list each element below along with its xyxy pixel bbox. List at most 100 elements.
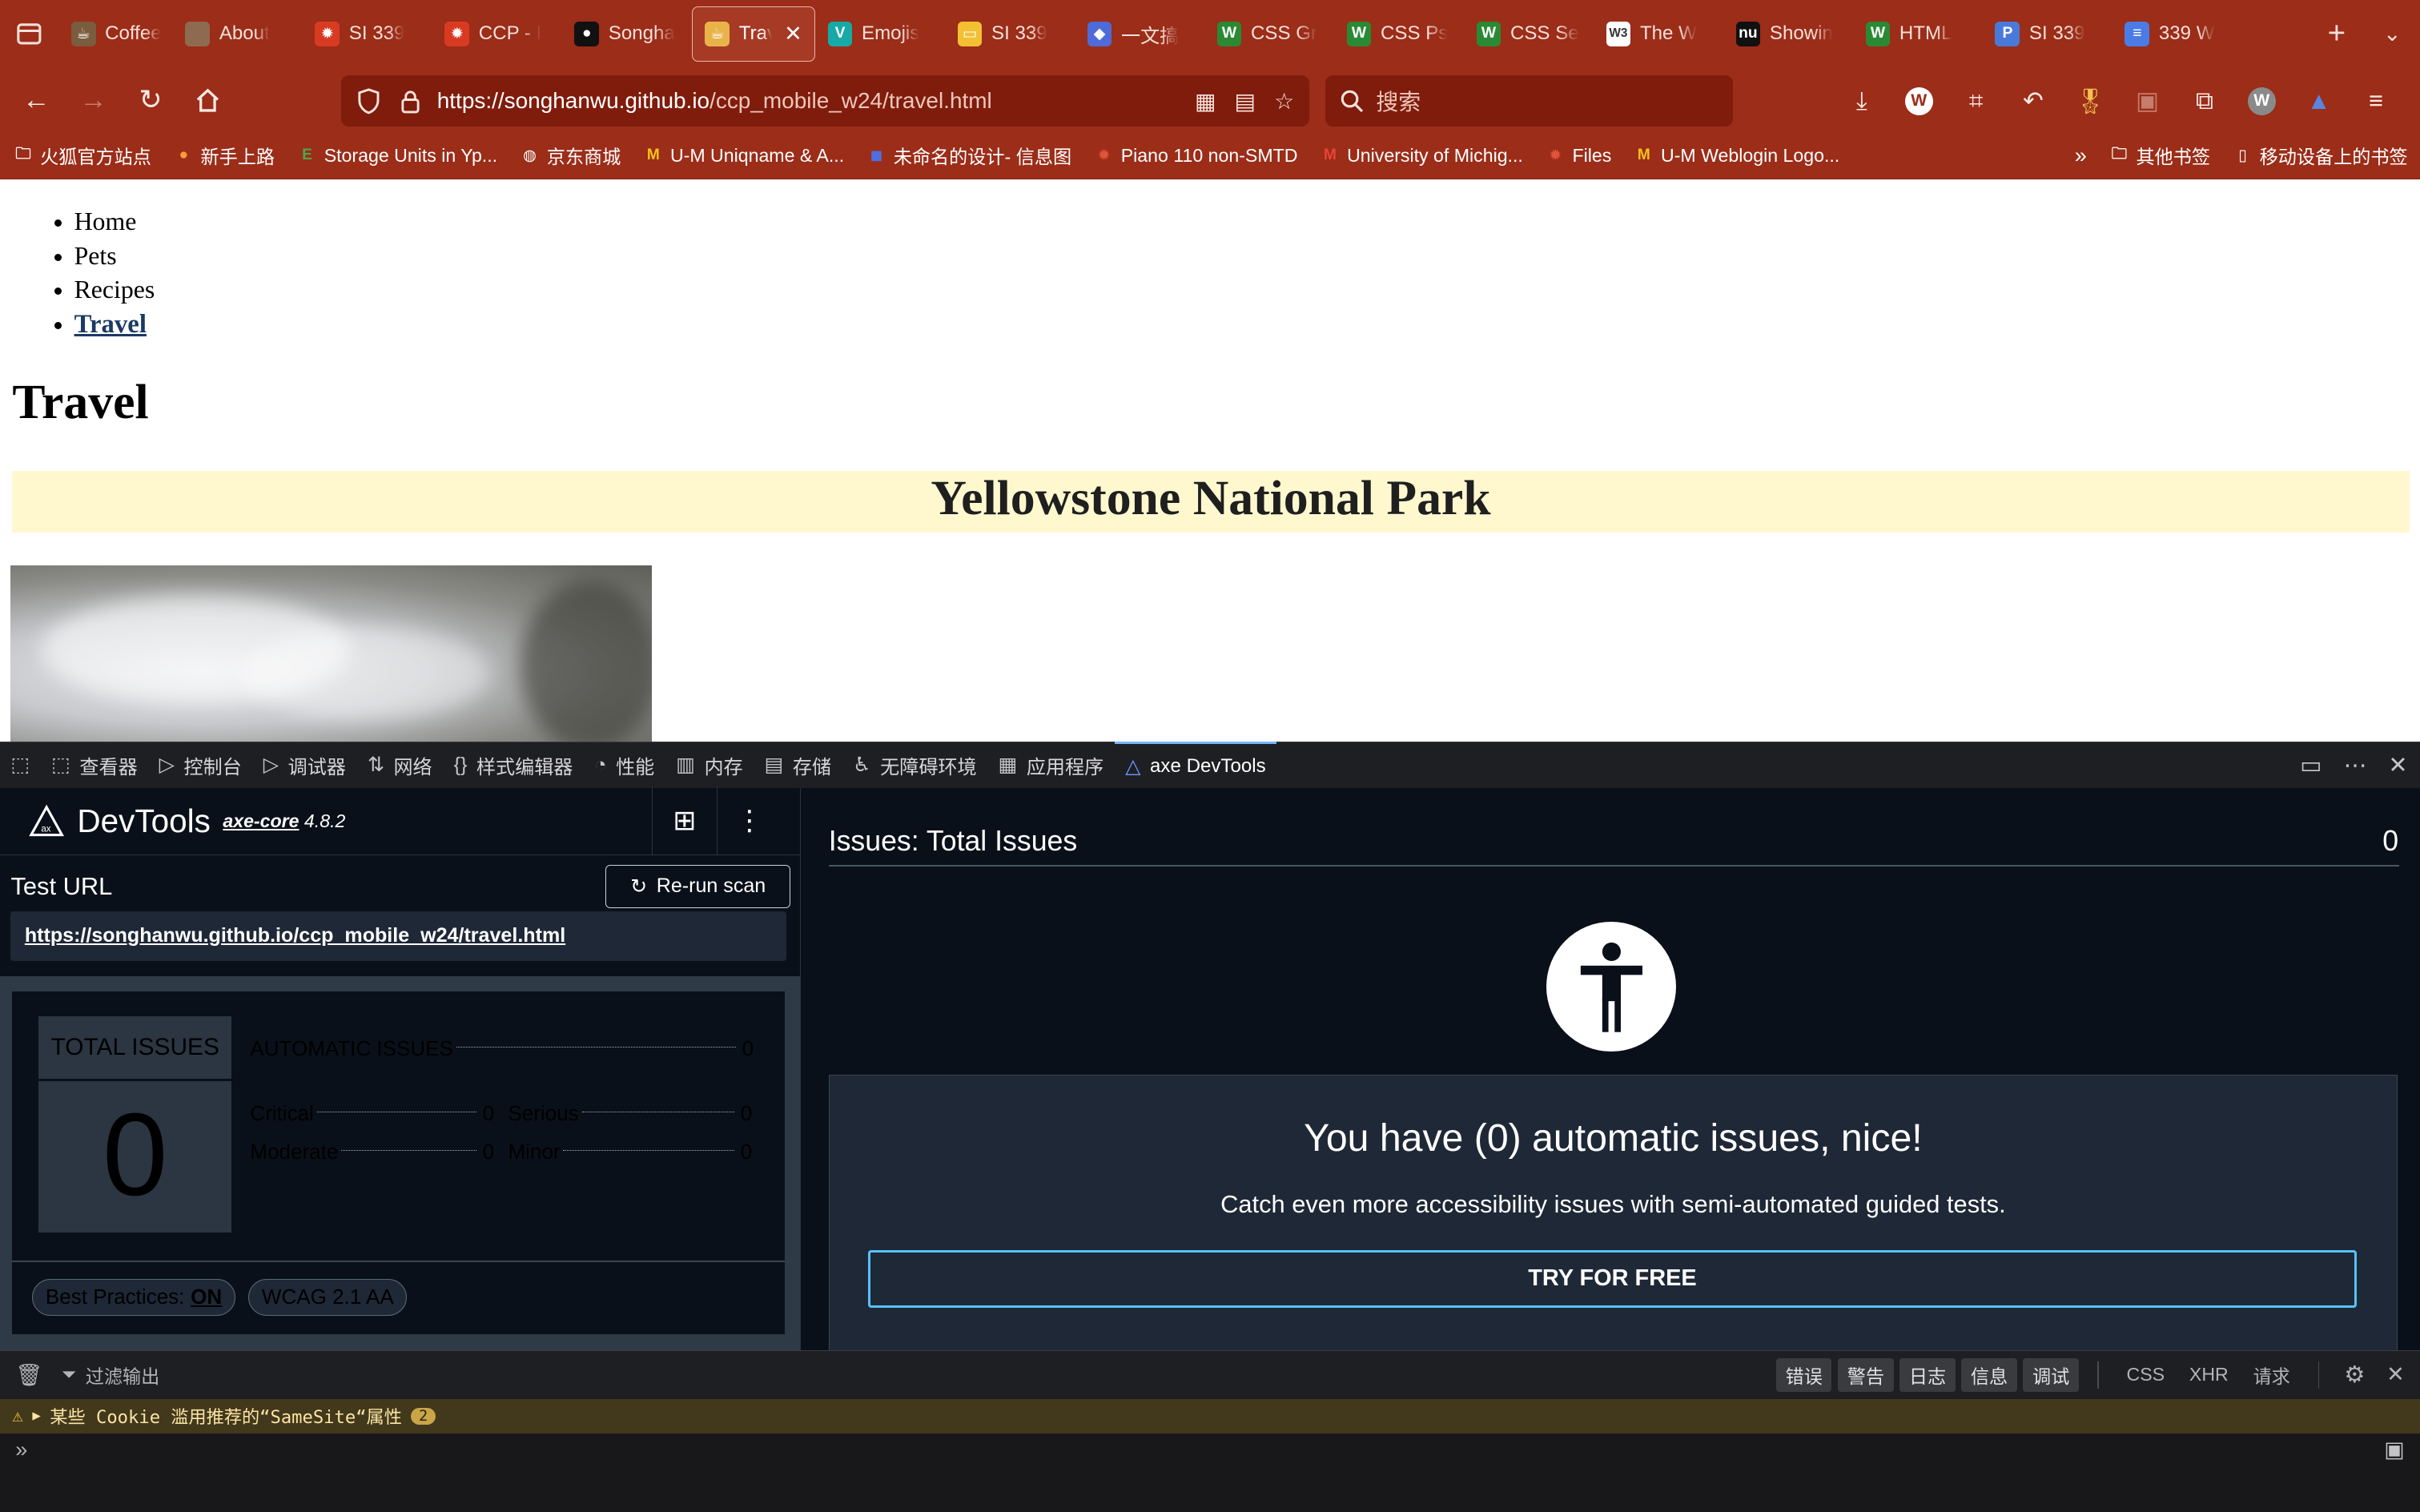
console-filter[interactable]: ⏷ 过滤输出	[62, 1361, 160, 1389]
mobile-bookmarks-folder[interactable]: ▯ 移动设备上的书签	[2232, 142, 2408, 169]
w-extension-button[interactable]: W	[2237, 78, 2285, 124]
gear-icon[interactable]: ⚙	[2338, 1361, 2371, 1389]
filter-errors-button[interactable]: 错误	[1776, 1358, 1832, 1392]
browser-tab[interactable]: About	[173, 6, 303, 62]
menu-button[interactable]: ≡	[2352, 78, 2400, 124]
best-practices-toggle[interactable]: Best Practices: ON	[32, 1278, 235, 1317]
address-bar[interactable]: https://songhanwu.github.io/ccp_mobile_w…	[341, 75, 1310, 127]
browser-tab[interactable]: W CSS Se	[1464, 6, 1594, 62]
devtools-tab[interactable]: {} 样式编辑器	[443, 742, 584, 788]
dock-side-icon[interactable]: ▭	[2300, 751, 2322, 779]
devtools-tab[interactable]: ◔ 性能	[584, 742, 665, 788]
devtools-tab[interactable]: ▷ 控制台	[148, 742, 252, 788]
console-warning[interactable]: ⚠ ▶ 某些 Cookie 滥用推荐的“SameSite“属性 2	[0, 1399, 2420, 1434]
extensions-button[interactable]: ⧉	[2181, 78, 2229, 124]
browser-tab[interactable]: P SI 339	[1983, 6, 2112, 62]
nav-item-home[interactable]: Home	[74, 205, 155, 239]
crop-button[interactable]: ⌗	[1952, 78, 2000, 124]
nav-link-travel[interactable]: Travel	[74, 310, 147, 339]
filter-logs-button[interactable]: 日志	[1899, 1358, 1956, 1392]
bookmark-item[interactable]: ◼ 未命名的设计- 信息图	[866, 142, 1071, 169]
star-icon[interactable]: ☆	[1274, 88, 1294, 115]
devtools-tab[interactable]: △ axe DevTools	[1114, 742, 1277, 788]
browser-tab[interactable]: ◆ 一文搞	[1075, 6, 1204, 62]
devtools-tab[interactable]: ⬚ 查看器	[41, 742, 149, 788]
bookmark-item[interactable]: ✹ Files	[1545, 145, 1611, 167]
bookmark-item[interactable]: ✹ Piano 110 non-SMTD	[1093, 145, 1297, 167]
devtools-tab[interactable]: ⇅ 网络	[356, 742, 443, 788]
bookmark-item[interactable]: M U-M Weblogin Logo...	[1633, 145, 1839, 167]
wappalyzer-button[interactable]: W	[1895, 78, 1943, 124]
devtools-tab[interactable]: ▥ 内存	[665, 742, 754, 788]
browser-tab[interactable]: ☕ Coffee	[58, 6, 173, 62]
nav-item-pets[interactable]: Pets	[74, 239, 155, 273]
list-all-tabs-button[interactable]: ⌄	[2365, 22, 2420, 46]
filter-css-button[interactable]: CSS	[2117, 1364, 2174, 1385]
tab-label: Trave	[738, 22, 772, 45]
rerun-scan-button[interactable]: ↻ Re-run scan	[605, 864, 791, 908]
axe-menu-button[interactable]: ⋮	[716, 787, 782, 855]
browser-tab[interactable]: W CSS Ps	[1334, 6, 1464, 62]
firefox-view-button[interactable]	[0, 0, 58, 68]
browser-tab[interactable]: ≡ 339 W	[2112, 6, 2242, 62]
downloads-button[interactable]: ⤓	[1838, 78, 1886, 124]
screenshot-button[interactable]: ▣	[2124, 78, 2172, 124]
browser-tab[interactable]: ✹ SI 339	[303, 6, 432, 62]
browser-tab[interactable]: V Emojis	[815, 6, 945, 62]
browser-tab[interactable]: ☕ Trave ✕	[691, 6, 816, 62]
devtools-tab[interactable]: ♿ 无障碍环境	[842, 742, 987, 788]
bookmark-item[interactable]: ◍ 京东商城	[519, 142, 621, 169]
element-picker-button[interactable]: ⬚	[0, 742, 41, 788]
devtools-tab[interactable]: ▤ 存储	[754, 742, 842, 788]
browser-tab[interactable]: ✹ CCP - I	[432, 6, 562, 62]
console-input[interactable]: » ▣	[0, 1433, 2420, 1512]
filter-xhr-button[interactable]: XHR	[2180, 1364, 2237, 1385]
reload-button[interactable]: ↻	[122, 75, 179, 125]
bookmark-item[interactable]: M University of Michig...	[1319, 145, 1523, 167]
browser-tab[interactable]: W3 The W	[1594, 6, 1723, 62]
search-bar[interactable]: 搜索	[1325, 75, 1733, 127]
filter-debug-button[interactable]: 调试	[2023, 1358, 2079, 1392]
new-tab-button[interactable]: +	[2309, 16, 2364, 51]
bookmark-item[interactable]: E Storage Units in Yp...	[296, 145, 497, 167]
bookmark-item[interactable]: 🗀 火狐官方站点	[12, 142, 151, 169]
nav-item-recipes[interactable]: Recipes	[74, 273, 155, 307]
filter-warnings-button[interactable]: 警告	[1838, 1358, 1894, 1392]
filter-requests-button[interactable]: 请求	[2244, 1361, 2299, 1389]
reply-button[interactable]: ↶	[2009, 78, 2057, 124]
gmail-icon: M	[1323, 147, 1337, 164]
back-button[interactable]: ←	[8, 75, 65, 125]
qr-code-icon[interactable]: ▦	[1195, 88, 1216, 115]
devtools-tab[interactable]: ▦ 应用程序	[987, 742, 1115, 788]
axe-extension-button[interactable]: ▲	[2295, 78, 2343, 124]
try-for-free-button[interactable]: TRY FOR FREE	[867, 1250, 2358, 1308]
close-console-icon[interactable]: ✕	[2378, 1362, 2420, 1387]
warning-message: 某些 Cookie 滥用推荐的“SameSite“属性	[50, 1407, 402, 1429]
browser-tab[interactable]: W HTML	[1853, 6, 1983, 62]
browser-tab[interactable]: ● Songha	[562, 6, 692, 62]
devtools-tab[interactable]: ▷ 调试器	[252, 742, 356, 788]
forward-button[interactable]: →	[65, 75, 122, 125]
home-button[interactable]	[179, 75, 236, 125]
browser-tab[interactable]: W CSS Gr	[1204, 6, 1334, 62]
test-url-link[interactable]: https://songhanwu.github.io/ccp_mobile_w…	[10, 911, 786, 961]
close-icon[interactable]: ✕	[2388, 751, 2407, 779]
reader-view-icon[interactable]: ▤	[1235, 88, 1256, 115]
close-tab-icon[interactable]: ✕	[784, 22, 802, 46]
more-options-icon[interactable]: ⋯	[2344, 751, 2367, 779]
editor-mode-icon[interactable]: ▣	[2384, 1438, 2405, 1462]
bookmark-item[interactable]: ● 新手上路	[173, 142, 275, 169]
section-heading: Yellowstone National Park	[12, 471, 2410, 533]
bookmark-item[interactable]: M U-M Uniqname & A...	[642, 145, 844, 167]
chevron-double-right-icon[interactable]: »	[2075, 143, 2087, 168]
filter-info-button[interactable]: 信息	[1961, 1358, 2017, 1392]
browser-tab[interactable]: ▭ SI 339	[945, 6, 1075, 62]
other-bookmarks-folder[interactable]: 🗀 其他书签	[2108, 142, 2210, 169]
new-scan-button[interactable]: ⊞	[651, 787, 717, 855]
nav-item-travel[interactable]: Travel	[74, 308, 155, 341]
trash-icon[interactable]: 🗑	[15, 1362, 42, 1388]
browser-tab[interactable]: nu Showin	[1723, 6, 1853, 62]
medal-button[interactable]: 🎖	[2066, 78, 2114, 124]
axe-core-link[interactable]: axe-core	[223, 810, 299, 831]
wcag-standard-badge[interactable]: WCAG 2.1 AA	[248, 1278, 408, 1317]
